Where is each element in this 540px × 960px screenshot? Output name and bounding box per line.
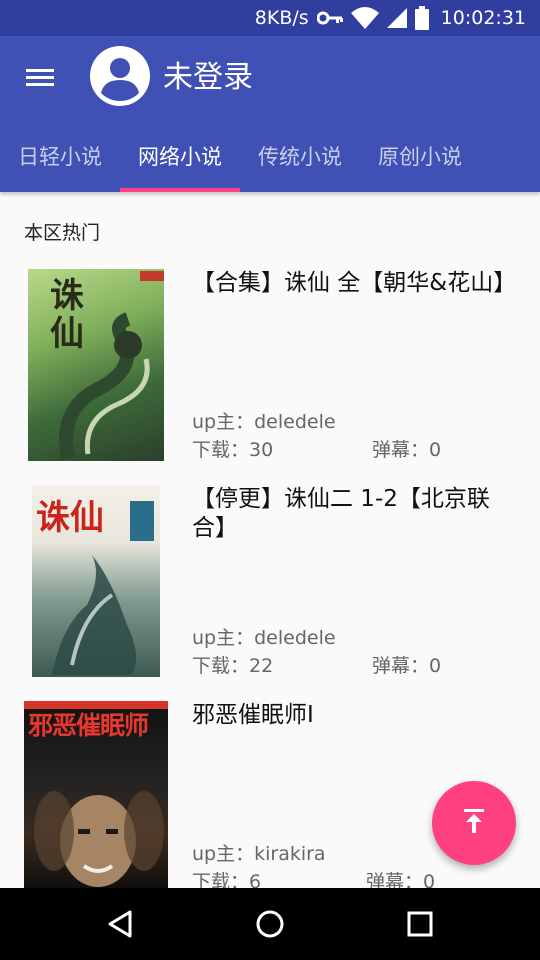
vpn-key-icon <box>316 10 343 26</box>
tab-indicator <box>120 188 240 192</box>
account-circle-icon[interactable] <box>90 46 150 106</box>
book-title: 【停更】诛仙二 1-2【北京联合】 <box>192 486 490 541</box>
book-cover: 诛仙 <box>32 485 160 677</box>
net-speed: 8KB/s <box>254 7 309 29</box>
user-name[interactable]: 未登录 <box>163 58 253 98</box>
cover-title: 邪恶催眠师 <box>28 711 149 740</box>
tab-traditional-novel[interactable]: 传统小说 <box>240 132 360 192</box>
clock: 10:02:31 <box>440 7 526 29</box>
book-item[interactable]: 诛仙 【合集】诛仙 全【朝华&花山】 up主：deledele 下载：30 弹幕… <box>0 269 540 485</box>
home-icon[interactable] <box>254 908 286 940</box>
app-bar: 未登录 日轻小说 网络小说 传统小说 原创小说 <box>0 36 540 192</box>
tab-web-novel[interactable]: 网络小说 <box>120 132 240 192</box>
system-nav-bar <box>0 888 540 960</box>
battery-icon <box>414 6 429 30</box>
back-icon[interactable] <box>104 908 136 940</box>
status-bar: 8KB/s 10:02:31 <box>0 0 540 36</box>
book-uploader: up主：kirakira <box>192 843 326 865</box>
category-tabs: 日轻小说 网络小说 传统小说 原创小说 <box>0 132 540 192</box>
book-danmaku: 弹幕：0 <box>372 439 442 461</box>
book-cover: 邪恶催眠师 <box>24 701 168 891</box>
tab-light-novel[interactable]: 日轻小说 <box>0 132 120 192</box>
section-title: 本区热门 <box>24 222 101 244</box>
book-downloads: 下载：30 <box>192 439 274 461</box>
cell-signal-icon <box>386 8 407 28</box>
tab-original-novel[interactable]: 原创小说 <box>360 132 480 192</box>
book-danmaku: 弹幕：0 <box>372 655 442 677</box>
book-downloads: 下载：22 <box>192 655 274 677</box>
vertical-align-top-icon <box>462 807 486 839</box>
book-item[interactable]: 诛仙 【停更】诛仙二 1-2【北京联合】 up主：deledele 下载：22 … <box>0 485 540 701</box>
book-cover: 诛仙 <box>28 269 164 461</box>
recents-icon[interactable] <box>404 908 436 940</box>
book-uploader: up主：deledele <box>192 411 336 433</box>
cover-title: 诛仙 <box>36 498 104 538</box>
menu-icon[interactable] <box>24 64 60 92</box>
wifi-icon <box>350 7 379 29</box>
book-title: 【合集】诛仙 全【朝华&花山】 <box>192 270 517 296</box>
cover-title: 诛仙 <box>50 276 84 354</box>
book-uploader: up主：deledele <box>192 627 336 649</box>
scroll-to-top-button[interactable] <box>432 781 516 865</box>
book-title: 邪恶催眠师I <box>192 702 314 728</box>
